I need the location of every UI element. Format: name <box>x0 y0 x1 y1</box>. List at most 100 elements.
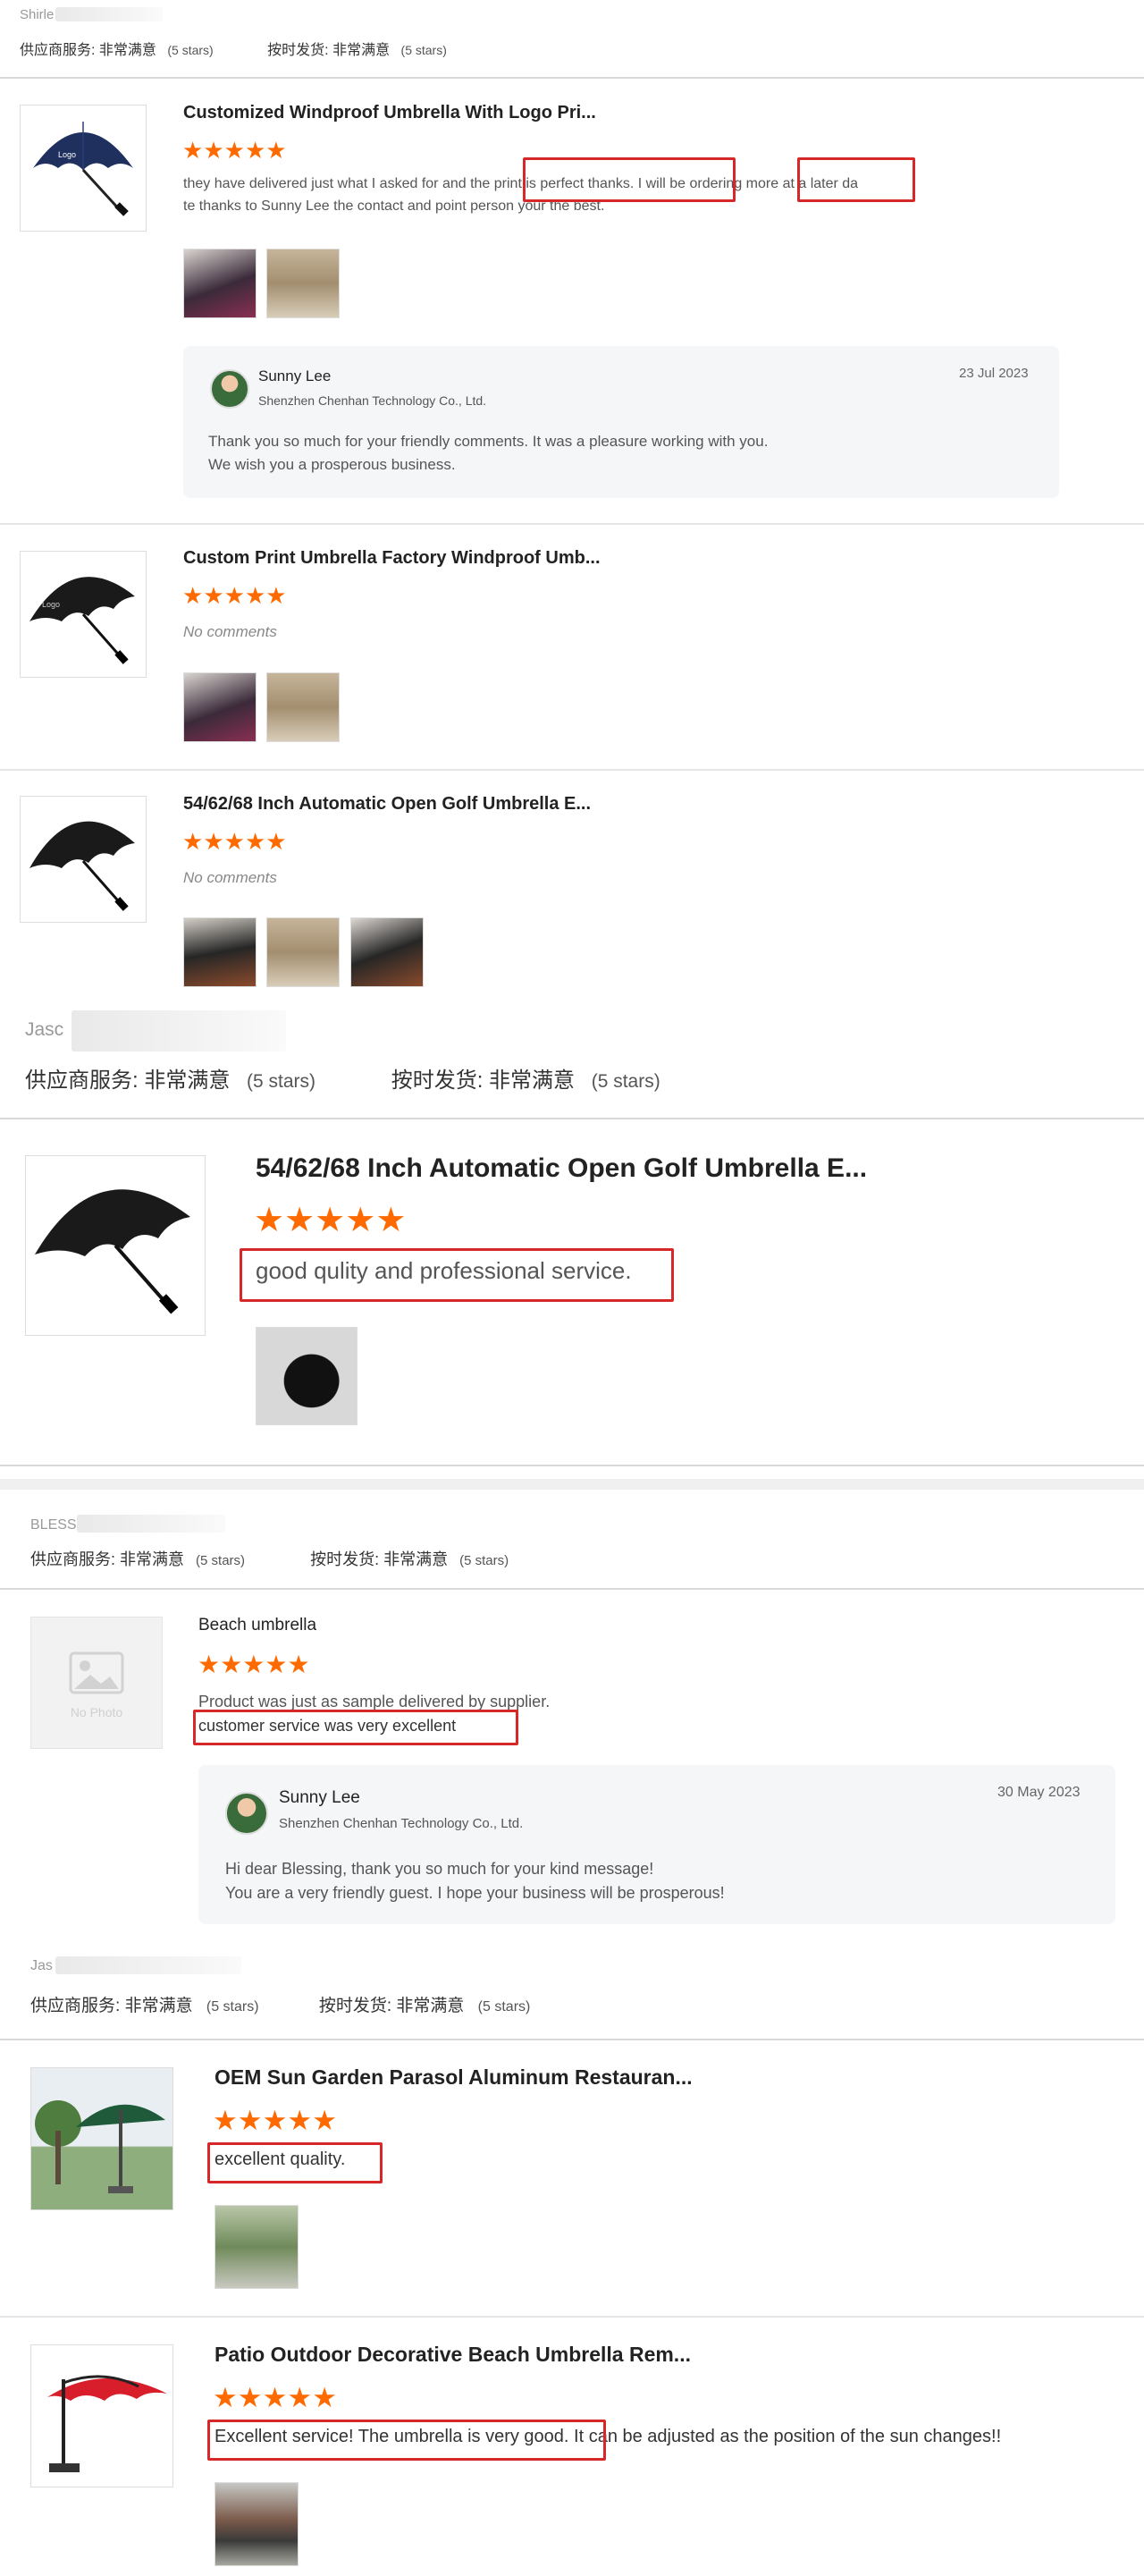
star-icon: ★ <box>287 1651 310 1678</box>
star-icon: ★ <box>287 2382 313 2413</box>
star-icon: ★ <box>203 137 224 164</box>
review-text: Product was just as sample delivered by … <box>198 1693 551 1710</box>
reply-date: 30 May 2023 <box>997 1785 1081 1800</box>
highlight-box <box>207 2142 383 2183</box>
no-comments-text: No comments <box>183 869 277 886</box>
umbrella-icon <box>35 1189 190 1314</box>
review-photo[interactable] <box>266 249 340 318</box>
review-text: they have delivered just what I asked fo… <box>183 176 859 191</box>
review-photo[interactable] <box>266 917 340 987</box>
star-icon: ★ <box>265 137 287 164</box>
product-title[interactable]: Customized Windproof Umbrella With Logo … <box>183 103 596 123</box>
divider <box>0 2316 1144 2318</box>
image-placeholder-icon <box>69 1651 124 1694</box>
product-image-garden-parasol[interactable] <box>30 2067 173 2210</box>
reviewer-name: Jasc <box>25 1019 64 1040</box>
star-icon: ★ <box>242 1651 265 1678</box>
highlight-box <box>797 157 915 202</box>
product-image-black-golf-umbrella[interactable] <box>20 796 147 923</box>
parasol-icon <box>35 2100 165 2193</box>
review-photo[interactable] <box>266 672 340 742</box>
star-icon: ★ <box>287 2105 313 2136</box>
reply-company: Shenzhen Chenhan Technology Co., Ltd. <box>258 393 487 408</box>
star-icon: ★ <box>223 137 245 164</box>
star-icon: ★ <box>182 582 204 609</box>
review-photo[interactable] <box>214 2482 299 2566</box>
review-photo[interactable] <box>256 1327 358 1425</box>
star-icon: ★ <box>312 2382 337 2413</box>
star-rating: ★ ★ ★ ★ ★ <box>254 1204 406 1237</box>
umbrella-icon <box>29 821 135 911</box>
review-photo[interactable] <box>214 2205 299 2289</box>
product-title[interactable]: Custom Print Umbrella Factory Windproof … <box>183 548 601 569</box>
star-icon: ★ <box>265 828 287 855</box>
product-image-navy-umbrella[interactable]: Logo <box>20 105 147 232</box>
no-photo-placeholder: No Photo <box>30 1617 163 1749</box>
supplier-ratings: 供应商服务: 非常满意 (5 stars) 按时发货: 非常满意 (5 star… <box>30 1550 509 1568</box>
reviewer-name-redacted <box>55 7 163 21</box>
highlight-box <box>207 2420 606 2461</box>
star-icon: ★ <box>312 2105 337 2136</box>
star-icon: ★ <box>315 1202 346 1239</box>
star-icon: ★ <box>345 1202 376 1239</box>
divider <box>0 769 1144 771</box>
reply-text: Hi dear Blessing, thank you so much for … <box>225 1860 654 1878</box>
umbrella-icon: Logo <box>33 122 133 216</box>
star-icon: ★ <box>262 2105 288 2136</box>
star-icon: ★ <box>375 1202 407 1239</box>
reply-company: Shenzhen Chenhan Technology Co., Ltd. <box>279 1816 524 1831</box>
umbrella-icon <box>47 2375 167 2472</box>
reviewer-name-redacted <box>77 1515 225 1533</box>
star-icon: ★ <box>213 2105 238 2136</box>
reviewer-name: Shirle <box>20 7 55 22</box>
reply-text: We wish you a prosperous business. <box>208 456 456 473</box>
product-image-black-umbrella[interactable]: Logo <box>20 551 147 678</box>
divider <box>0 1588 1144 1590</box>
star-icon: ★ <box>203 582 224 609</box>
svg-text:Logo: Logo <box>58 150 76 159</box>
reply-author: Sunny Lee <box>258 367 332 384</box>
star-icon: ★ <box>223 828 245 855</box>
product-image-black-golf-umbrella[interactable] <box>25 1155 206 1336</box>
review-photo[interactable] <box>183 672 257 742</box>
star-icon: ★ <box>198 1651 221 1678</box>
star-icon: ★ <box>244 828 266 855</box>
product-title[interactable]: Beach umbrella <box>198 1616 316 1635</box>
highlight-box <box>523 157 736 202</box>
reviewer-name-redacted <box>55 1956 241 1974</box>
review-photo[interactable] <box>183 249 257 318</box>
star-rating: ★ ★ ★ ★ ★ <box>182 139 287 162</box>
highlight-box <box>193 1710 518 1745</box>
seller-reply: Sunny Lee Shenzhen Chenhan Technology Co… <box>183 346 1059 498</box>
product-title[interactable]: OEM Sun Garden Parasol Aluminum Restaura… <box>214 2065 693 2090</box>
review-photo[interactable] <box>350 917 424 987</box>
star-icon: ★ <box>265 582 287 609</box>
star-icon: ★ <box>203 828 224 855</box>
reply-author: Sunny Lee <box>279 1788 360 1807</box>
avatar <box>225 1792 268 1835</box>
star-icon: ★ <box>244 137 266 164</box>
star-icon: ★ <box>254 1202 285 1239</box>
svg-text:Logo: Logo <box>42 600 60 609</box>
star-rating: ★ ★ ★ ★ ★ <box>182 584 287 607</box>
review-photo[interactable] <box>183 917 257 987</box>
star-icon: ★ <box>223 582 245 609</box>
section-background <box>0 1479 1144 1490</box>
star-icon: ★ <box>265 1651 288 1678</box>
product-title[interactable]: Patio Outdoor Decorative Beach Umbrella … <box>214 2343 691 2367</box>
product-title[interactable]: 54/62/68 Inch Automatic Open Golf Umbrel… <box>183 794 591 815</box>
reviewer-name: Jas <box>30 1958 53 1973</box>
reply-text: Thank you so much for your friendly comm… <box>208 433 769 450</box>
star-rating: ★ ★ ★ ★ ★ <box>213 2384 337 2411</box>
divider <box>0 1118 1144 1119</box>
star-rating: ★ ★ ★ ★ ★ <box>198 1652 310 1677</box>
reviewer-name: BLESS <box>30 1517 77 1533</box>
product-image-red-cantilever-umbrella[interactable] <box>30 2344 173 2487</box>
product-title[interactable]: 54/62/68 Inch Automatic Open Golf Umbrel… <box>256 1153 867 1184</box>
star-icon: ★ <box>213 2382 238 2413</box>
divider <box>0 1465 1144 1466</box>
divider <box>0 523 1144 525</box>
star-rating: ★ ★ ★ ★ ★ <box>182 830 287 853</box>
reviewer-name-redacted <box>72 1010 286 1052</box>
highlight-box <box>240 1248 674 1302</box>
